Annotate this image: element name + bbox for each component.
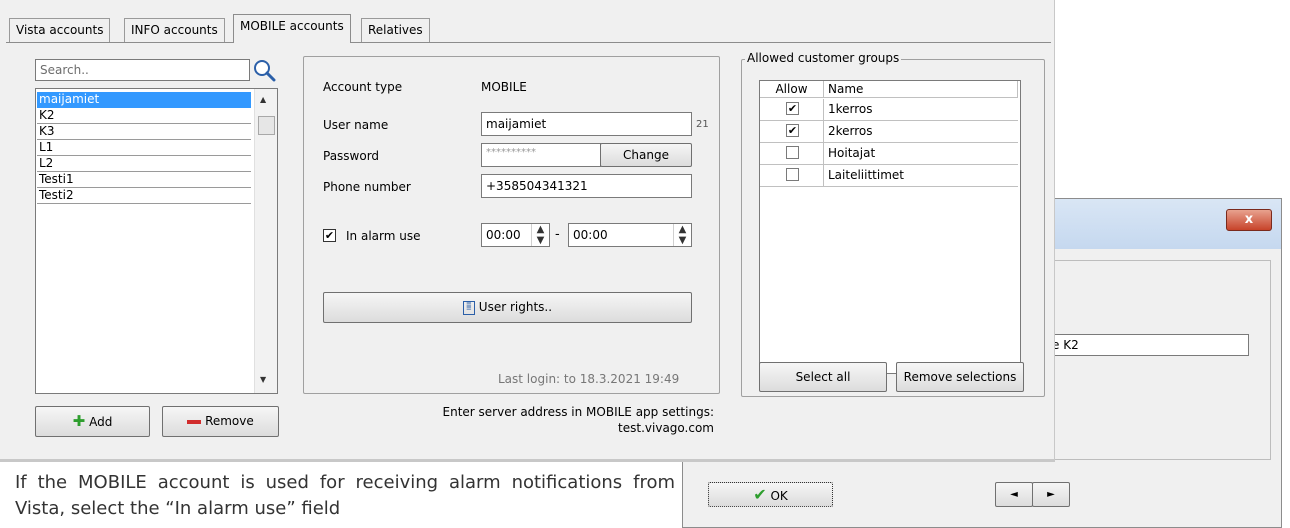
list-item[interactable]: L2	[37, 156, 251, 172]
select-all-button[interactable]: Select all	[759, 362, 887, 392]
spin-arrows-icon[interactable]: ▲ ▼	[673, 224, 691, 246]
username-char-count: 21	[696, 119, 709, 130]
check-icon: ✔	[753, 485, 767, 504]
scroll-down-icon[interactable]: ▼	[260, 375, 266, 384]
remove-label: Remove	[205, 414, 254, 428]
username-label: User name	[323, 118, 389, 132]
alarm-use-checkbox[interactable]: ✔	[323, 229, 336, 242]
list-item[interactable]: Testi1	[37, 172, 251, 188]
allow-checkbox[interactable]: ✔	[786, 124, 799, 137]
table-row[interactable]: Laiteliittimet	[760, 165, 1018, 187]
password-field[interactable]: **********	[481, 143, 601, 167]
phone-field[interactable]: +358504341321	[481, 174, 692, 198]
allow-checkbox[interactable]	[786, 168, 799, 181]
time-to-spinner[interactable]: 00:00 ▲ ▼	[568, 223, 692, 247]
list-item[interactable]: maijamiet	[37, 92, 251, 108]
list-scrollbar[interactable]: ▲ ▼	[254, 89, 277, 393]
group-name: Hoitajat	[824, 143, 1018, 165]
list-item[interactable]: Testi2	[37, 188, 251, 204]
dialog-ok-button[interactable]: ✔ OK	[708, 482, 833, 507]
dialog-path-field[interactable]: e K2	[1049, 334, 1249, 356]
search-input[interactable]: Search..	[35, 59, 250, 81]
dialog-close-button[interactable]: x	[1226, 209, 1272, 231]
allow-checkbox[interactable]	[786, 146, 799, 159]
minus-icon	[187, 419, 202, 424]
alarm-use-label: In alarm use	[346, 229, 421, 243]
server-note-line2: test.vivago.com	[618, 421, 714, 435]
tab-mobile-accounts[interactable]: MOBILE accounts	[233, 14, 351, 43]
dialog-next-button[interactable]: ►	[1032, 482, 1070, 507]
tab-info-accounts[interactable]: INFO accounts	[124, 18, 225, 42]
group-name: 1kerros	[824, 99, 1018, 121]
search-icon[interactable]	[252, 58, 276, 82]
group-name: 2kerros	[824, 121, 1018, 143]
remove-selections-button[interactable]: Remove selections	[896, 362, 1024, 392]
time-separator: -	[555, 227, 560, 242]
server-note-line1: Enter server address in MOBILE app setti…	[442, 405, 715, 419]
time-from-spinner[interactable]: 00:00 ▲ ▼	[481, 223, 550, 247]
dialog-prev-button[interactable]: ◄	[995, 482, 1033, 507]
table-row[interactable]: ✔ 2kerros	[760, 121, 1018, 143]
group-name: Laiteliittimet	[824, 165, 1018, 187]
allow-checkbox[interactable]: ✔	[786, 102, 799, 115]
dialog-ok-label: OK	[770, 489, 788, 503]
change-password-button[interactable]: Change	[600, 143, 692, 167]
plus-icon: ✚	[72, 412, 86, 430]
account-type-value: MOBILE	[481, 80, 527, 94]
user-rights-button[interactable]: ≡ ≡ User rights..	[323, 292, 692, 323]
table-row[interactable]: Hoitajat	[760, 143, 1018, 165]
phone-label: Phone number	[323, 180, 411, 194]
time-to-value: 00:00	[573, 228, 608, 242]
remove-button[interactable]: Remove	[162, 406, 279, 437]
time-from-value: 00:00	[486, 228, 521, 242]
customer-groups-title: Allowed customer groups	[745, 51, 902, 65]
table-row[interactable]: ✔ 1kerros	[760, 99, 1018, 121]
customer-groups-table[interactable]: Allow Name ✔ 1kerros ✔ 2kerros Hoitajat …	[759, 80, 1021, 374]
user-rights-label: User rights..	[478, 300, 553, 314]
document-caption: If the MOBILE account is used for receiv…	[15, 472, 675, 519]
checklist-icon: ≡ ≡	[462, 300, 475, 315]
add-button[interactable]: ✚ Add	[35, 406, 150, 437]
account-list[interactable]: maijamiet K2 K3 L1 L2 Testi1 Testi2 ▲ ▼	[35, 88, 278, 394]
list-item[interactable]: K2	[37, 108, 251, 124]
list-item[interactable]: L1	[37, 140, 251, 156]
column-header-allow[interactable]: Allow	[760, 81, 824, 98]
spin-arrows-icon[interactable]: ▲ ▼	[531, 224, 549, 246]
main-window: Vista accounts INFO accounts MOBILE acco…	[0, 0, 1055, 462]
scrollbar-thumb[interactable]	[258, 116, 275, 135]
column-header-name[interactable]: Name	[824, 81, 1018, 98]
tab-vista-accounts[interactable]: Vista accounts	[9, 18, 111, 42]
list-item[interactable]: K3	[37, 124, 251, 140]
add-label: Add	[89, 415, 113, 429]
last-login-text: Last login: to 18.3.2021 19:49	[498, 372, 680, 386]
scroll-up-icon[interactable]: ▲	[260, 95, 266, 104]
username-field[interactable]: maijamiet	[481, 112, 692, 136]
password-label: Password	[323, 149, 380, 163]
account-type-label: Account type	[323, 80, 403, 94]
tab-relatives[interactable]: Relatives	[361, 18, 430, 42]
